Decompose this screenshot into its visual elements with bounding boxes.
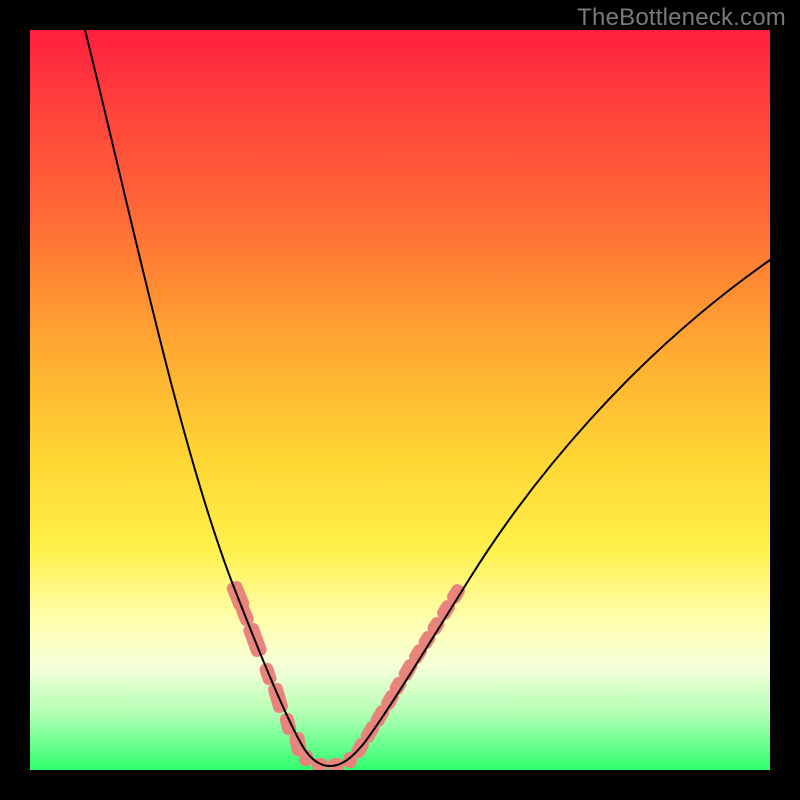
- plot-area: [30, 30, 770, 770]
- watermark-text: TheBottleneck.com: [577, 4, 786, 32]
- chart-frame: TheBottleneck.com: [0, 0, 800, 800]
- markers-group: [225, 579, 467, 770]
- bottleneck-curve: [85, 30, 770, 766]
- chart-svg: [30, 30, 770, 770]
